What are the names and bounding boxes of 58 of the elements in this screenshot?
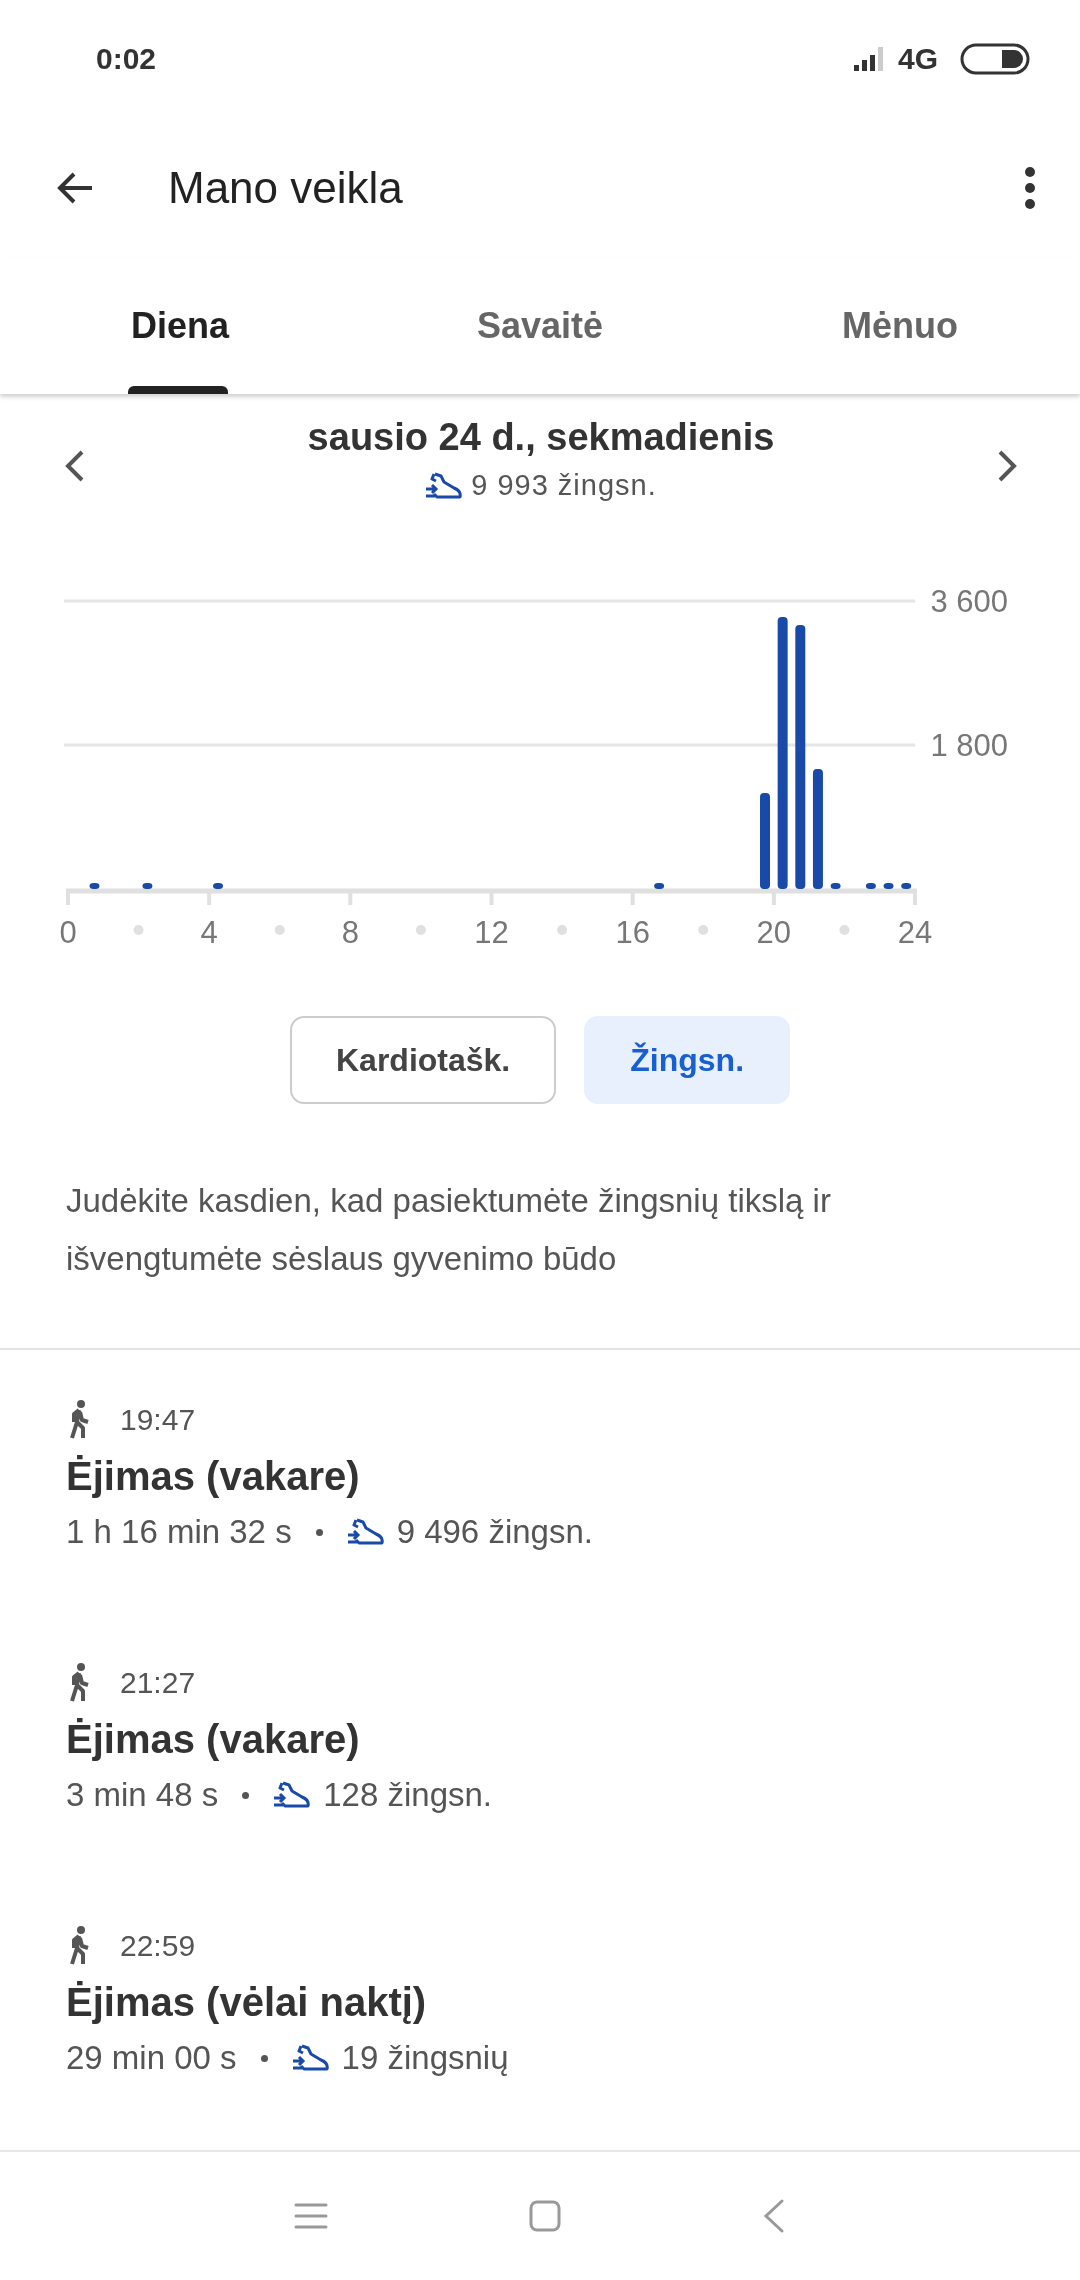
x-axis-label: 24 xyxy=(897,915,933,950)
separator-dot xyxy=(260,2054,268,2062)
motivation-text: Judėkite kasdien, kad pasiektumėte žingsnių tikslą ir išvengtumėte sėslaus gyvenimo būdo xyxy=(66,1181,832,1279)
chart-bar xyxy=(142,883,153,889)
tab[interactable]: Mėnuo xyxy=(720,258,1080,394)
activity-duration: 3 min 48 s xyxy=(66,1776,219,1814)
activity-duration: 1 h 16 min 32 s xyxy=(66,1513,292,1551)
more-options-icon[interactable] xyxy=(1022,164,1038,212)
activity-steps: 9 496 žingsn. xyxy=(396,1513,593,1551)
tick-dot xyxy=(274,925,285,935)
status-time: 0:02 xyxy=(96,42,157,76)
chart-bar xyxy=(830,883,841,889)
date-title: sausio 24 d., sekmadienis xyxy=(307,416,775,459)
metric-chip[interactable]: Kardiotašk. xyxy=(289,1016,557,1104)
activity-steps: 128 žingsn. xyxy=(323,1776,493,1814)
activity-time: 19:47 xyxy=(120,1403,196,1437)
shoe-icon xyxy=(273,1780,312,1810)
separator-dot xyxy=(315,1528,323,1536)
x-axis-label: 4 xyxy=(200,915,218,950)
network-label: 4G xyxy=(897,42,938,76)
tick-dot xyxy=(415,925,426,935)
x-axis-label: 0 xyxy=(59,915,77,950)
activity-title[interactable]: Ėjimas (vėlai naktį) xyxy=(66,1980,1014,2025)
y-axis-label: 3 600 xyxy=(930,584,1008,619)
chart-bar xyxy=(865,883,876,889)
x-axis-label: 16 xyxy=(615,915,650,950)
tick-dot xyxy=(698,925,709,935)
activity-title[interactable]: Ėjimas (vakare) xyxy=(66,1717,1014,1762)
back-icon[interactable] xyxy=(762,2198,786,2234)
shoe-icon xyxy=(291,2043,330,2073)
chart-bar xyxy=(654,883,665,889)
tab[interactable]: Diena xyxy=(0,258,360,394)
chart-bar xyxy=(89,883,100,889)
shoe-icon xyxy=(346,1517,385,1547)
activity-title[interactable]: Ėjimas (vakare) xyxy=(66,1454,1014,1499)
chart-bar xyxy=(213,883,223,889)
x-axis-label: 20 xyxy=(756,915,792,950)
activity-time: 22:59 xyxy=(120,1929,196,1963)
tick-dot xyxy=(839,925,850,935)
activity-steps: 19 žingsnių xyxy=(341,2039,509,2077)
tick-dot xyxy=(557,925,568,935)
signal-icon xyxy=(851,45,886,73)
separator-dot xyxy=(242,1791,250,1799)
activity-duration: 29 min 00 s xyxy=(66,2039,237,2077)
total-steps: 9 993 žingsn. xyxy=(471,469,657,502)
home-icon[interactable] xyxy=(528,2199,562,2233)
chart-bar xyxy=(883,883,894,889)
metric-chip[interactable]: Žingsn. xyxy=(584,1016,790,1104)
x-axis-label: 12 xyxy=(474,915,509,950)
tab[interactable]: Savaitė xyxy=(360,258,720,394)
screen-title: Mano veikla xyxy=(168,163,404,213)
shoe-icon xyxy=(425,470,464,501)
y-axis-label: 1 800 xyxy=(930,728,1008,763)
activity-time: 21:27 xyxy=(120,1666,196,1700)
battery-icon xyxy=(960,43,1030,75)
tick-dot xyxy=(133,925,144,935)
chart-bar xyxy=(901,883,912,889)
x-axis-label: 8 xyxy=(341,915,359,950)
